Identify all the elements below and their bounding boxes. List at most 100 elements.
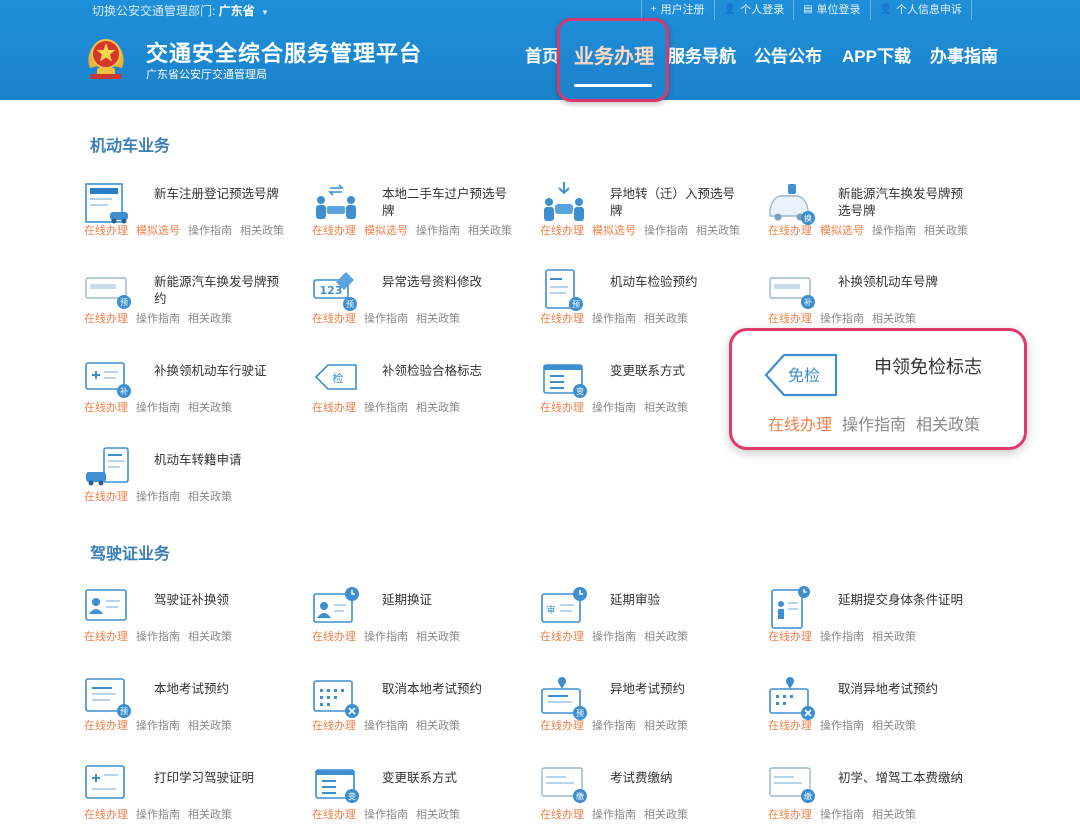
online-link[interactable]: 在线办理	[540, 313, 584, 325]
appeal-link[interactable]: 👤 个人信息申诉	[869, 0, 972, 20]
service-name[interactable]: 打印学习驾驶证明	[154, 770, 284, 787]
policy-link[interactable]: 相关政策	[872, 313, 916, 325]
online-link[interactable]: 在线办理	[312, 225, 356, 237]
policy-link[interactable]: 相关政策	[644, 720, 688, 732]
service-name[interactable]: 驾驶证补换领	[154, 592, 284, 609]
cancel-local-exam-icon[interactable]	[312, 675, 360, 723]
ev-plate-icon[interactable]: 换	[768, 180, 816, 228]
policy-link[interactable]: 相关政策	[416, 402, 460, 414]
plate-number-edit-icon[interactable]: 123 预	[312, 268, 360, 316]
ev-plate-appointment-icon[interactable]: 预	[84, 268, 132, 316]
policy-link[interactable]: 相关政策	[188, 313, 232, 325]
online-link[interactable]: 在线办理	[768, 313, 812, 325]
health-proof-icon[interactable]	[768, 586, 816, 634]
online-link[interactable]: 在线办理	[768, 417, 832, 434]
online-link[interactable]: 在线办理	[84, 402, 128, 414]
service-name[interactable]: 延期换证	[382, 592, 512, 609]
service-name[interactable]: 本地二手车过户预选号牌	[382, 186, 512, 220]
exempt-mark-icon[interactable]: 免检	[762, 349, 840, 401]
policy-link[interactable]: 相关政策	[872, 631, 916, 643]
mock-select-link[interactable]: 模拟选号	[364, 225, 408, 237]
online-link[interactable]: 在线办理	[312, 402, 356, 414]
remote-exam-icon[interactable]: 预	[540, 675, 588, 723]
service-name[interactable]: 新能源汽车换发号牌预选号牌	[838, 186, 968, 220]
plate-reissue-icon[interactable]: 补	[768, 268, 816, 316]
policy-link[interactable]: 相关政策	[188, 809, 232, 821]
guide-link[interactable]: 操作指南	[820, 809, 864, 821]
service-name[interactable]: 补领检验合格标志	[382, 363, 512, 380]
online-link[interactable]: 在线办理	[84, 631, 128, 643]
nav-app-download[interactable]: APP下载	[842, 42, 911, 72]
service-name[interactable]: 新车注册登记预选号牌	[154, 186, 284, 203]
guide-link[interactable]: 操作指南	[820, 631, 864, 643]
service-name[interactable]: 延期提交身体条件证明	[838, 592, 968, 609]
vehicle-transfer-icon[interactable]	[84, 446, 132, 494]
online-link[interactable]: 在线办理	[540, 720, 584, 732]
nav-announcements[interactable]: 公告公布	[754, 42, 822, 72]
exam-fee-icon[interactable]: 缴	[540, 764, 588, 812]
policy-link[interactable]: 相关政策	[644, 313, 688, 325]
policy-link[interactable]: 相关政策	[188, 491, 232, 503]
policy-link[interactable]: 相关政策	[696, 225, 740, 237]
policy-link[interactable]: 相关政策	[916, 417, 980, 434]
mock-select-link[interactable]: 模拟选号	[136, 225, 180, 237]
guide-link[interactable]: 操作指南	[364, 402, 408, 414]
online-link[interactable]: 在线办理	[84, 491, 128, 503]
contact-change-icon[interactable]: 变	[312, 764, 360, 812]
license-reissue-icon[interactable]: 补	[84, 357, 132, 405]
print-learner-icon[interactable]	[84, 764, 132, 812]
online-link[interactable]: 在线办理	[768, 225, 812, 237]
service-name[interactable]: 异地转（迁）入预选号牌	[610, 186, 740, 220]
guide-link[interactable]: 操作指南	[188, 225, 232, 237]
guide-link[interactable]: 操作指南	[136, 720, 180, 732]
guide-link[interactable]: 操作指南	[364, 313, 408, 325]
online-link[interactable]: 在线办理	[84, 809, 128, 821]
online-link[interactable]: 在线办理	[540, 631, 584, 643]
guide-link[interactable]: 操作指南	[592, 402, 636, 414]
guide-link[interactable]: 操作指南	[364, 809, 408, 821]
online-link[interactable]: 在线办理	[540, 809, 584, 821]
policy-link[interactable]: 相关政策	[416, 720, 460, 732]
inspection-mark-icon[interactable]: 检	[312, 357, 360, 405]
guide-link[interactable]: 操作指南	[592, 313, 636, 325]
online-link[interactable]: 在线办理	[312, 809, 356, 821]
service-name[interactable]: 新能源汽车换发号牌预约	[154, 274, 284, 308]
guide-link[interactable]: 操作指南	[820, 720, 864, 732]
policy-link[interactable]: 相关政策	[924, 225, 968, 237]
online-link[interactable]: 在线办理	[84, 313, 128, 325]
guide-link[interactable]: 操作指南	[592, 631, 636, 643]
service-name[interactable]: 变更联系方式	[610, 363, 740, 380]
nav-handling-guide[interactable]: 办事指南	[930, 42, 998, 72]
policy-link[interactable]: 相关政策	[240, 225, 284, 237]
region-switcher[interactable]: 切换公安交通管理部门: 广东省 ▼	[92, 2, 269, 19]
guide-link[interactable]: 操作指南	[872, 225, 916, 237]
service-name[interactable]: 考试费缴纳	[610, 770, 740, 787]
policy-link[interactable]: 相关政策	[872, 720, 916, 732]
service-name[interactable]: 取消异地考试预约	[838, 681, 968, 698]
policy-link[interactable]: 相关政策	[416, 631, 460, 643]
driver-license-icon[interactable]	[84, 586, 132, 634]
learner-fee-icon[interactable]: 缴	[768, 764, 816, 812]
guide-link[interactable]: 操作指南	[136, 402, 180, 414]
policy-link[interactable]: 相关政策	[644, 631, 688, 643]
online-link[interactable]: 在线办理	[768, 720, 812, 732]
nav-home[interactable]: 首页	[525, 42, 559, 72]
policy-link[interactable]: 相关政策	[644, 402, 688, 414]
policy-link[interactable]: 相关政策	[188, 402, 232, 414]
online-link[interactable]: 在线办理	[84, 225, 128, 237]
service-name[interactable]: 申领免检标志	[874, 353, 982, 379]
service-name[interactable]: 补换领机动车行驶证	[154, 363, 284, 380]
online-link[interactable]: 在线办理	[84, 720, 128, 732]
guide-link[interactable]: 操作指南	[842, 417, 906, 434]
online-link[interactable]: 在线办理	[768, 631, 812, 643]
online-link[interactable]: 在线办理	[540, 225, 584, 237]
local-exam-icon[interactable]: 预	[84, 675, 132, 723]
cancel-remote-exam-icon[interactable]	[768, 675, 816, 723]
guide-link[interactable]: 操作指南	[644, 225, 688, 237]
contact-change-icon[interactable]: 变	[540, 357, 588, 405]
service-name[interactable]: 本地考试预约	[154, 681, 284, 698]
online-link[interactable]: 在线办理	[768, 809, 812, 821]
policy-link[interactable]: 相关政策	[416, 809, 460, 821]
nav-service-guide[interactable]: 服务导航	[668, 42, 736, 72]
mock-select-link[interactable]: 模拟选号	[820, 225, 864, 237]
